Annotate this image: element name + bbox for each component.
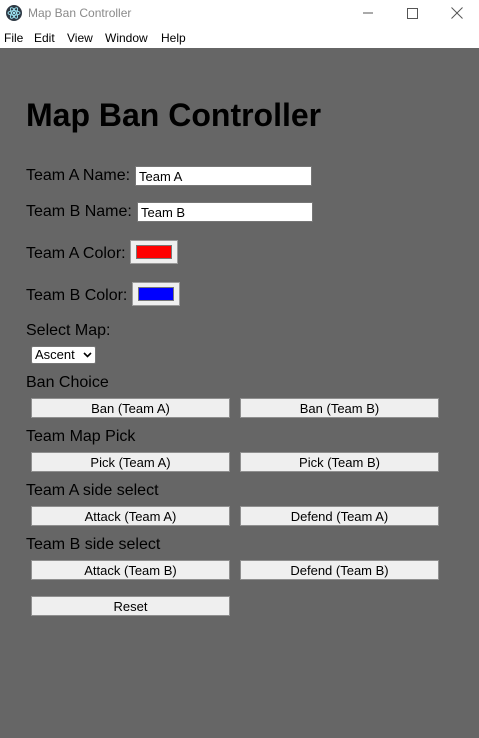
- chevron-down-icon: [83, 352, 92, 358]
- attack-team-a-button[interactable]: Attack (Team A): [31, 506, 230, 526]
- defend-team-a-button[interactable]: Defend (Team A): [240, 506, 439, 526]
- team-a-name-input[interactable]: [135, 166, 312, 186]
- pick-team-a-button[interactable]: Pick (Team A): [31, 452, 230, 472]
- menu-view[interactable]: View: [67, 31, 93, 45]
- map-select[interactable]: Ascent: [31, 346, 96, 364]
- close-button[interactable]: [435, 0, 479, 26]
- minimize-button[interactable]: [346, 0, 390, 26]
- menu-window[interactable]: Window: [105, 31, 148, 45]
- menu-help[interactable]: Help: [161, 31, 186, 45]
- team-a-color-picker[interactable]: [130, 240, 178, 264]
- map-pick-label: Team Map Pick: [26, 428, 136, 445]
- reset-button[interactable]: Reset: [31, 596, 230, 616]
- minimize-icon: [363, 12, 373, 14]
- app-window: Map Ban Controller File Edit View Window…: [0, 0, 479, 738]
- team-a-color-swatch: [136, 245, 172, 259]
- ban-choice-label: Ban Choice: [26, 374, 109, 391]
- menu-edit[interactable]: Edit: [34, 31, 55, 45]
- defend-team-b-button[interactable]: Defend (Team B): [240, 560, 439, 580]
- map-select-value: Ascent: [35, 347, 75, 362]
- team-b-color-picker[interactable]: [132, 282, 180, 306]
- menu-file[interactable]: File: [4, 31, 23, 45]
- close-icon: [451, 7, 463, 19]
- team-a-name-label: Team A Name:: [26, 167, 131, 184]
- select-map-label: Select Map:: [26, 322, 111, 339]
- window-title: Map Ban Controller: [28, 6, 132, 20]
- menu-bar: File Edit View Window Help: [0, 26, 479, 48]
- page-title: Map Ban Controller: [26, 97, 322, 133]
- team-b-side-label: Team B side select: [26, 536, 161, 553]
- title-bar[interactable]: Map Ban Controller: [0, 0, 479, 26]
- team-a-side-label: Team A side select: [26, 482, 159, 499]
- team-a-color-label: Team A Color:: [26, 245, 126, 262]
- ban-team-b-button[interactable]: Ban (Team B): [240, 398, 439, 418]
- electron-icon: [6, 5, 22, 21]
- maximize-icon: [406, 7, 418, 19]
- attack-team-b-button[interactable]: Attack (Team B): [31, 560, 230, 580]
- maximize-button[interactable]: [390, 0, 434, 26]
- team-b-name-input[interactable]: [137, 202, 313, 222]
- ban-team-a-button[interactable]: Ban (Team A): [31, 398, 230, 418]
- team-b-name-label: Team B Name:: [26, 203, 132, 220]
- team-b-color-label: Team B Color:: [26, 287, 128, 304]
- pick-team-b-button[interactable]: Pick (Team B): [240, 452, 439, 472]
- team-b-color-swatch: [138, 287, 174, 301]
